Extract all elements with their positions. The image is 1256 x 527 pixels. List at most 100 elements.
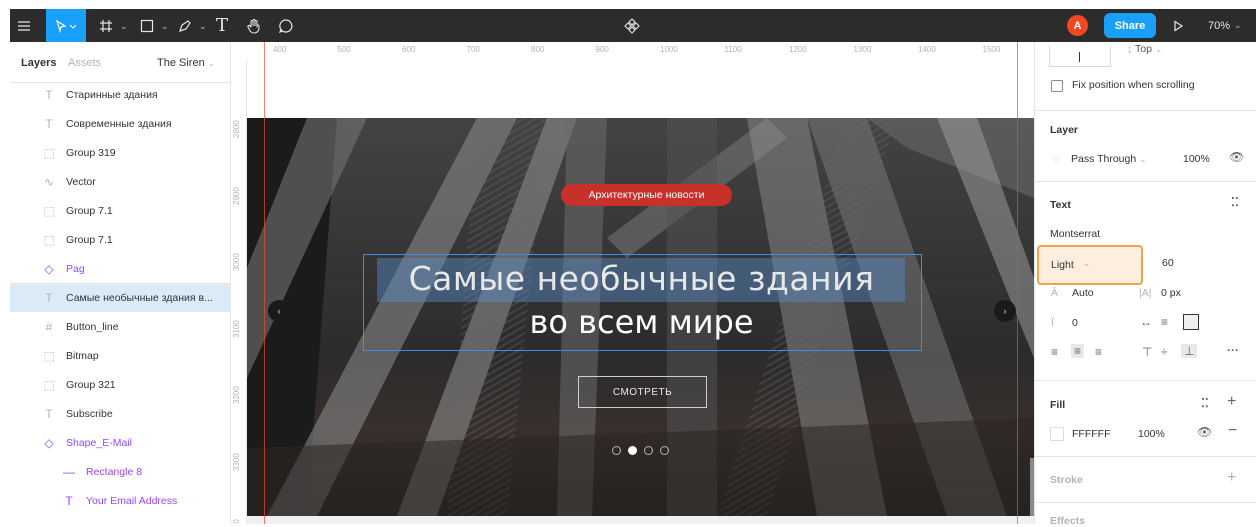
chevron-down-icon: ⌄ (1154, 44, 1163, 54)
align-left-icon[interactable]: ≡ (1051, 345, 1058, 359)
chevron-down-icon[interactable]: ⌄ (161, 21, 169, 32)
more-icon[interactable]: ··· (1227, 343, 1239, 357)
frame-icon[interactable] (94, 9, 118, 42)
constraint-dropdown[interactable]: ↨ Top ⌄ (1127, 43, 1162, 55)
slider-dot[interactable] (660, 446, 669, 455)
eye-icon[interactable]: 👁 (1197, 425, 1212, 439)
hand-icon[interactable] (242, 9, 266, 42)
align-middle-icon[interactable]: ÷ (1161, 345, 1168, 359)
layer-type-icon: — (63, 464, 75, 479)
styles-grid-icon[interactable]: ⁚⁚ (1231, 195, 1239, 209)
move-tool-button[interactable] (46, 9, 86, 42)
chevron-right-icon: › (1003, 306, 1007, 316)
slider-dot[interactable] (644, 446, 653, 455)
layer-row[interactable]: ⬚ Group 7.1 (10, 196, 230, 225)
comment-icon[interactable] (274, 9, 298, 42)
layer-type-icon: ⬚ (43, 348, 55, 363)
avatar[interactable]: A (1067, 15, 1088, 36)
shape-icon[interactable] (135, 9, 159, 42)
news-badge[interactable]: Архитектурные новости (561, 184, 732, 206)
fill-color-swatch[interactable] (1050, 427, 1064, 441)
ruler-tick-label: 3300 (232, 452, 241, 471)
remove-fill-icon[interactable]: − (1228, 422, 1237, 440)
font-size-input[interactable]: 60 (1162, 257, 1174, 269)
align-top-icon[interactable]: ⊤ (1142, 345, 1152, 359)
layer-row[interactable]: T Самые необычные здания в... (10, 283, 230, 312)
chevron-down-icon: ⌄ (1083, 258, 1091, 268)
layer-type-icon: ◇ (44, 435, 54, 450)
slider-dot-active[interactable] (628, 446, 637, 455)
layer-label: Group 319 (66, 146, 116, 159)
slider-next-button[interactable]: › (994, 300, 1016, 322)
layer-row[interactable]: T Your Email Address (10, 486, 230, 515)
ruler-tick-label: 3100 (232, 319, 241, 338)
tab-layers[interactable]: Layers (21, 57, 56, 69)
canvas[interactable]: 400 500 600 700 800 900 1000 1100 1200 1300 1400 15… (231, 42, 1034, 524)
ruler-tick-label: 900 (595, 45, 609, 54)
layer-row[interactable]: ⬚ Group 7.1 (10, 225, 230, 254)
fixed-size-icon[interactable] (1183, 314, 1199, 330)
text-icon[interactable]: T (210, 9, 234, 42)
layer-type-icon: T (45, 116, 53, 131)
tab-assets[interactable]: Assets (68, 57, 101, 69)
component-icon[interactable] (620, 9, 644, 42)
frame-header-area (247, 60, 1034, 118)
layer-row[interactable]: T Современные здания (10, 109, 230, 138)
paragraph-spacing-input[interactable]: 0 (1072, 317, 1078, 329)
layer-row[interactable]: T Subscribe (10, 399, 230, 428)
zoom-dropdown[interactable]: 70% ⌄ (1208, 9, 1242, 42)
layer-type-icon: ◇ (44, 261, 54, 276)
fill-opacity-input[interactable]: 100% (1138, 428, 1165, 440)
add-stroke-icon[interactable]: + (1227, 469, 1236, 487)
slider-dot[interactable] (612, 446, 621, 455)
fill-hex-input[interactable]: FFFFFF (1072, 428, 1110, 440)
styles-grid-icon[interactable]: ⁚⁚ (1201, 396, 1209, 410)
ruler-tick-label: 3200 (232, 386, 241, 404)
add-fill-icon[interactable]: + (1227, 393, 1236, 411)
chevron-down-icon[interactable]: ⌄ (199, 21, 207, 32)
layer-label: Group 7.1 (66, 233, 113, 246)
share-button[interactable]: Share (1104, 13, 1156, 38)
layer-row[interactable]: ⬚ Group 321 (10, 370, 230, 399)
layer-type-icon: ⬚ (43, 232, 55, 247)
slider-prev-button[interactable]: ‹ (268, 300, 290, 322)
layer-row[interactable]: ⬚ Bitmap (10, 341, 230, 370)
play-icon[interactable] (1168, 9, 1188, 42)
auto-width-icon[interactable]: ↔ (1140, 315, 1152, 329)
chevron-down-icon[interactable]: ⌄ (120, 21, 128, 32)
auto-height-icon[interactable]: ≡ (1161, 315, 1168, 329)
layer-type-icon: T (45, 406, 53, 421)
page-selector[interactable]: The Siren ⌄ (157, 57, 215, 69)
layer-label: Rectangle 8 (86, 465, 143, 478)
pen-icon[interactable] (173, 9, 197, 42)
chevron-left-icon: ‹ (277, 306, 281, 316)
layer-type-icon: ⬚ (43, 203, 55, 218)
constraint-widget[interactable] (1049, 46, 1111, 67)
layer-row[interactable]: # Button_line (10, 312, 230, 341)
layer-opacity[interactable]: 100% (1183, 153, 1210, 165)
layer-label: Your Email Address (86, 494, 178, 507)
layer-label: Subscribe (66, 407, 113, 420)
ruler-tick-label: 500 (337, 45, 351, 54)
watch-button[interactable]: СМОТРЕТЬ (578, 376, 707, 408)
letter-spacing-input[interactable]: 0 px (1161, 287, 1181, 299)
layer-row[interactable]: T Старинные здания (10, 80, 230, 109)
layer-row[interactable]: ⬚ Group 319 (10, 138, 230, 167)
ruler-tick-label: 1100 (724, 45, 742, 54)
font-weight-dropdown[interactable]: Light ⌄ (1037, 245, 1143, 285)
eye-icon[interactable]: 👁 (1229, 150, 1244, 164)
align-right-icon[interactable]: ≡ (1095, 345, 1102, 359)
font-family-dropdown[interactable]: Montserrat (1050, 228, 1100, 240)
fix-position-checkbox[interactable] (1051, 80, 1063, 92)
align-bottom-icon[interactable]: ⊥ (1181, 344, 1198, 358)
menu-icon[interactable] (10, 9, 38, 42)
blend-mode-dropdown[interactable]: Pass Through ⌄ (1071, 153, 1147, 165)
layers-panel: Layers Assets The Siren ⌄ T Старинные зда… (10, 42, 231, 524)
layer-row[interactable]: ◇ Pag (10, 254, 230, 283)
align-center-icon[interactable]: ≡ (1071, 344, 1085, 358)
line-height-input[interactable]: Auto (1072, 287, 1094, 299)
layer-row[interactable]: — Rectangle 8 (10, 457, 230, 486)
toolbar: ⌄ ⌄ ⌄ T A Share 70% ⌄ (10, 9, 1256, 42)
layer-row[interactable]: ∿ Vector (10, 167, 230, 196)
layer-row[interactable]: ◇ Shape_E-Mail (10, 428, 230, 457)
